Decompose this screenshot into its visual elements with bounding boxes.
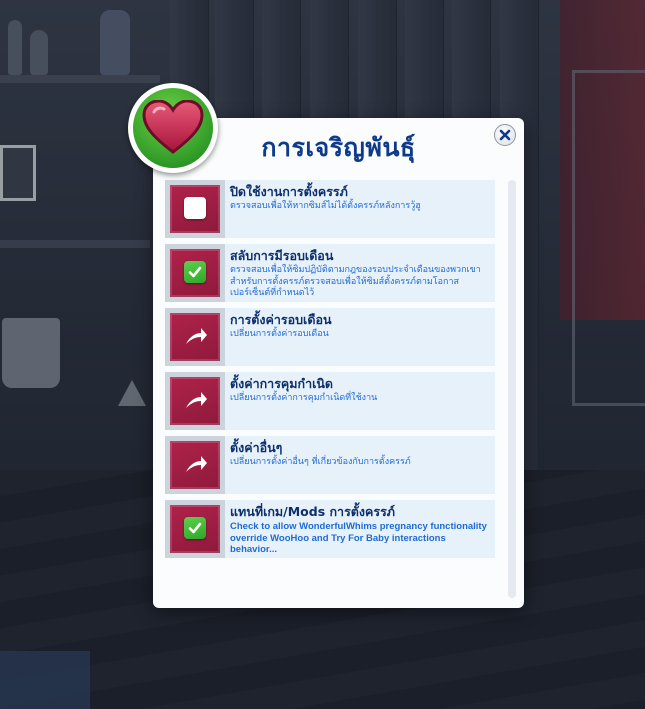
- option-tile: [165, 180, 225, 238]
- option-title: แทนที่เกม/Mods การตั้งครรภ์: [230, 504, 396, 519]
- option-other-settings[interactable]: ตั้งค่าอื่นๆ เปลี่ยนการตั้งค่าอื่นๆ ที่เ…: [165, 436, 495, 494]
- options-list: ปิดใช้งานการตั้งครรภ์ ตรวจสอบเพื่อให้หาก…: [165, 180, 495, 564]
- dialog-title: การเจริญพันธุ์: [261, 133, 416, 162]
- dialog-badge: [128, 83, 218, 173]
- checkbox-unchecked-icon[interactable]: [184, 197, 206, 219]
- option-description: เปลี่ยนการตั้งค่ารอบเดือน: [230, 329, 329, 339]
- close-icon: [499, 129, 511, 141]
- curved-arrow-icon: [186, 392, 207, 408]
- option-description: ตรวจสอบเพื่อให้หากซิมส์ไม่ได้ตั้งครรภ์หล…: [230, 201, 421, 211]
- option-menstrual-settings[interactable]: การตั้งค่ารอบเดือน เปลี่ยนการตั้งค่ารอบเ…: [165, 308, 495, 366]
- curved-arrow-icon: [186, 456, 207, 472]
- heart-icon: [142, 100, 204, 154]
- option-title: ตั้งค่าอื่นๆ: [230, 440, 283, 455]
- checkmark-icon: [188, 266, 202, 278]
- option-tile: [165, 500, 225, 558]
- option-title: การตั้งค่ารอบเดือน: [230, 312, 332, 327]
- option-birth-control-settings[interactable]: ตั้งค่าการคุมกำเนิด เปลี่ยนการตั้งค่าการ…: [165, 372, 495, 430]
- checkbox-checked-icon[interactable]: [184, 517, 206, 539]
- option-override-game-mods[interactable]: แทนที่เกม/Mods การตั้งครรภ์ Check to all…: [165, 500, 495, 558]
- option-title: สลับการมีรอบเดือน: [230, 248, 334, 263]
- option-description: ตรวจสอบเพื่อให้ซิมปฏิบัติตามกฎของรอบประจ…: [230, 265, 481, 298]
- option-title: ตั้งค่าการคุมกำเนิด: [230, 376, 334, 391]
- option-tile: [165, 372, 225, 430]
- option-title: ปิดใช้งานการตั้งครรภ์: [230, 184, 348, 199]
- checkbox-checked-icon[interactable]: [184, 261, 206, 283]
- option-description: เปลี่ยนการตั้งค่าอื่นๆ ที่เกี่ยวข้องกับก…: [230, 457, 411, 467]
- scrollbar[interactable]: [508, 180, 516, 598]
- option-description: Check to allow WonderfulWhims pregnancy …: [230, 521, 487, 555]
- checkmark-icon: [188, 522, 202, 534]
- option-disable-pregnancy[interactable]: ปิดใช้งานการตั้งครรภ์ ตรวจสอบเพื่อให้หาก…: [165, 180, 495, 238]
- close-button[interactable]: [494, 124, 516, 146]
- option-tile: [165, 436, 225, 494]
- curved-arrow-icon: [186, 328, 207, 344]
- fertility-settings-dialog: การเจริญพันธุ์ ปิดใช้งานการตั้งครรภ์ ตรว…: [153, 118, 524, 608]
- option-description: เปลี่ยนการตั้งค่าการคุมกำเนิดที่ใช้งาน: [230, 393, 378, 403]
- option-tile: [165, 244, 225, 302]
- option-toggle-menstrual-cycle[interactable]: สลับการมีรอบเดือน ตรวจสอบเพื่อให้ซิมปฏิบ…: [165, 244, 495, 302]
- option-tile: [165, 308, 225, 366]
